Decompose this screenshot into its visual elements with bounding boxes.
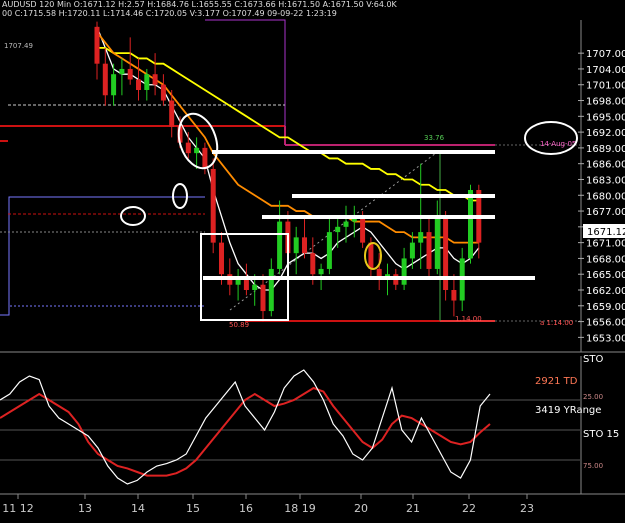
candle-body xyxy=(426,232,432,269)
annotation-50-89: 50.89 xyxy=(229,321,249,329)
time-tick-label: 23 xyxy=(520,502,534,515)
price-tick-label: 1659.00 xyxy=(586,302,625,313)
price-tick-label: 1677.00 xyxy=(586,207,625,218)
sto-tick-25: 25.00 xyxy=(583,393,603,401)
candle-body xyxy=(152,74,158,85)
annotation-1707: 1707.49 xyxy=(4,42,33,50)
candle-body xyxy=(119,68,125,75)
candle-body xyxy=(302,237,307,254)
sto-pane-title: STO xyxy=(583,354,603,365)
sto-text-yrange: 3419 YRange xyxy=(535,405,601,416)
annotation-low-right: 1.14.00 xyxy=(455,315,482,323)
candle-body xyxy=(210,168,216,243)
time-tick-label: 16 xyxy=(239,502,253,515)
price-tick-label: 1686.00 xyxy=(586,160,625,171)
sto-tick-75: 75.00 xyxy=(583,462,603,470)
time-tick-label: 22 xyxy=(462,502,476,515)
candle-body xyxy=(318,268,324,275)
time-tick-label: 18 19 xyxy=(284,502,316,515)
time-tick-label: 11 12 xyxy=(2,502,34,515)
candle-body xyxy=(360,216,366,243)
chart-canvas: AUDUSD 120 Min O:1671.12 H:2.57 H:1684.7… xyxy=(0,0,625,523)
price-tick-label: 1671.00 xyxy=(586,239,625,250)
price-tick-label: 1668.00 xyxy=(586,254,625,265)
sto-text-td: 2921 TD xyxy=(535,376,578,387)
time-tick-label: 13 xyxy=(78,502,92,515)
candle-body xyxy=(243,279,249,290)
candle-body xyxy=(401,258,407,285)
price-tick-label: 1653.00 xyxy=(586,333,625,344)
price-tick-label: 1656.00 xyxy=(586,318,625,329)
candle-body xyxy=(260,284,266,312)
candle-body xyxy=(368,242,374,269)
candle-body xyxy=(144,74,150,90)
candle-body xyxy=(202,147,208,169)
price-tick-label: 1695.00 xyxy=(586,112,625,123)
time-tick-label: 21 xyxy=(406,502,420,515)
candle-body xyxy=(102,63,108,96)
candle-body xyxy=(409,242,415,259)
candle-body xyxy=(293,237,299,254)
header-line2: 00 C:1715.58 H:1720.11 L:1714.46 C:1720.… xyxy=(2,9,337,18)
price-tick-label: 1701.00 xyxy=(586,81,625,92)
time-tick-label: 15 xyxy=(186,502,200,515)
candle-body xyxy=(127,68,133,80)
price-tick-label: 1689.00 xyxy=(586,144,625,155)
candle-body xyxy=(235,279,241,285)
header-line1: AUDUSD 120 Min O:1671.12 H:2.57 H:1684.7… xyxy=(2,0,398,9)
price-tick-label: 1704.00 xyxy=(586,65,625,76)
candle-body xyxy=(160,84,166,101)
candle-body xyxy=(268,268,274,312)
candle-body xyxy=(326,232,332,269)
candle-body xyxy=(434,216,440,269)
candle-body xyxy=(335,226,341,233)
candle-body xyxy=(310,253,316,275)
candle-body xyxy=(136,79,141,90)
price-tick-label: 1665.00 xyxy=(586,270,625,281)
candle-body xyxy=(219,242,224,275)
candle-body xyxy=(111,74,117,96)
sto-series-label: STO 15 xyxy=(583,429,619,440)
candle-body xyxy=(468,190,473,259)
time-tick-label: 14 xyxy=(131,502,145,515)
annotation-date-label: 14-Aug-05 xyxy=(540,140,576,148)
candle-body xyxy=(169,100,175,127)
candle-body xyxy=(185,142,191,154)
price-tick-label: 1662.00 xyxy=(586,286,625,297)
candle-body xyxy=(343,221,349,227)
last-price-text: 1671.12 xyxy=(587,227,625,238)
price-tick-label: 1707.00 xyxy=(586,49,625,60)
annotation-level-label: a 1.14.00 xyxy=(540,319,573,327)
price-tick-label: 1692.00 xyxy=(586,128,625,139)
price-tick-label: 1683.00 xyxy=(586,175,625,186)
candle-body xyxy=(194,147,200,154)
candle-body xyxy=(277,221,283,269)
candle-body xyxy=(94,26,100,64)
price-tick-label: 1698.00 xyxy=(586,97,625,108)
time-tick-label: 20 xyxy=(354,502,368,515)
candle-body xyxy=(418,232,424,243)
price-tick-label: 1680.00 xyxy=(586,191,625,202)
candle-body xyxy=(252,284,258,290)
annotation-33-76: 33.76 xyxy=(424,134,445,142)
candle-body xyxy=(451,290,457,301)
